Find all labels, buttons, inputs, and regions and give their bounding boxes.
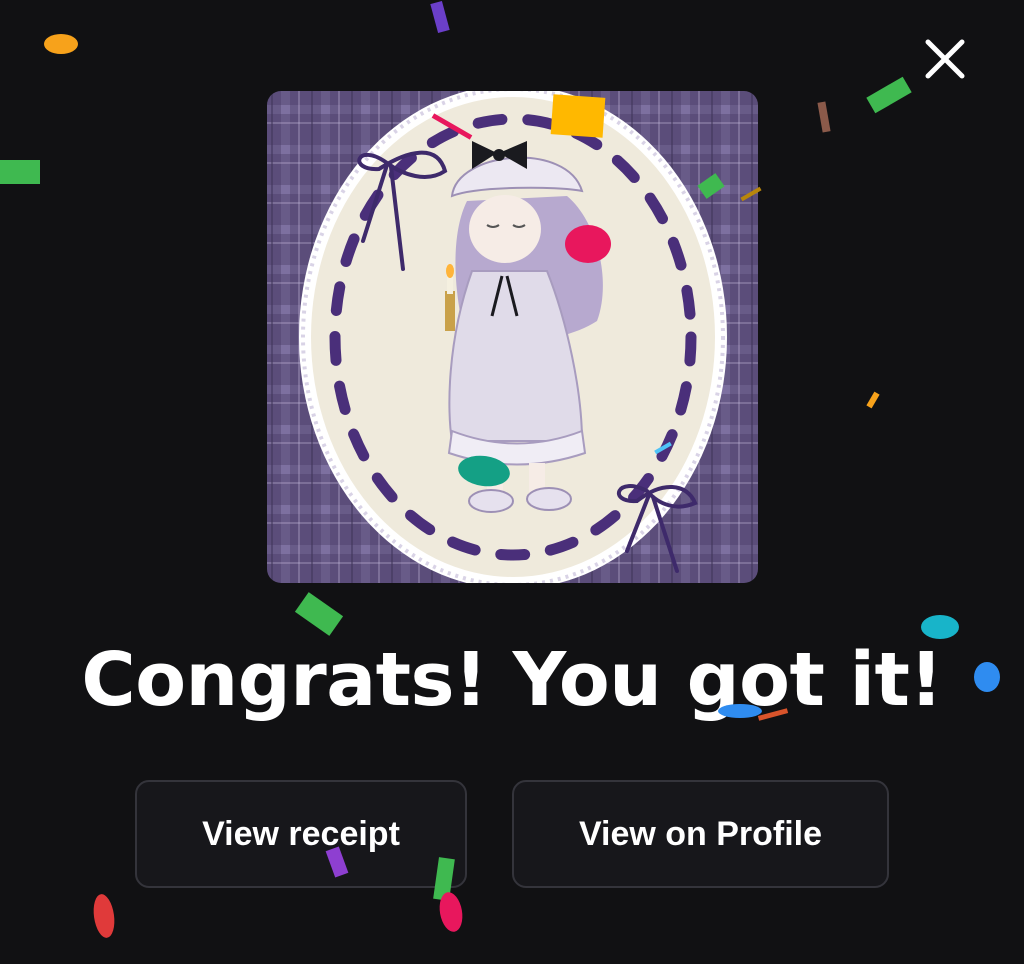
artwork-illustration [267,91,758,583]
confetti-piece [565,225,611,263]
confetti-piece [718,704,762,718]
collectible-artwork [267,91,758,583]
confetti-piece [430,0,450,34]
confetti-piece [921,615,959,639]
view-on-profile-button[interactable]: View on Profile [512,780,889,888]
confetti-piece [436,890,466,934]
confetti-piece [294,592,344,636]
confetti-piece [817,101,831,133]
confetti-piece [866,76,912,114]
close-button[interactable] [918,34,970,86]
confetti-piece [974,662,1000,692]
close-icon [925,39,965,79]
success-headline: Congrats! You got it! [81,637,943,723]
confetti-piece [91,892,117,940]
confetti-piece [0,160,40,184]
confetti-piece [550,94,606,138]
confetti-piece [866,391,880,409]
confetti-piece [44,34,78,54]
view-receipt-button[interactable]: View receipt [135,780,467,888]
